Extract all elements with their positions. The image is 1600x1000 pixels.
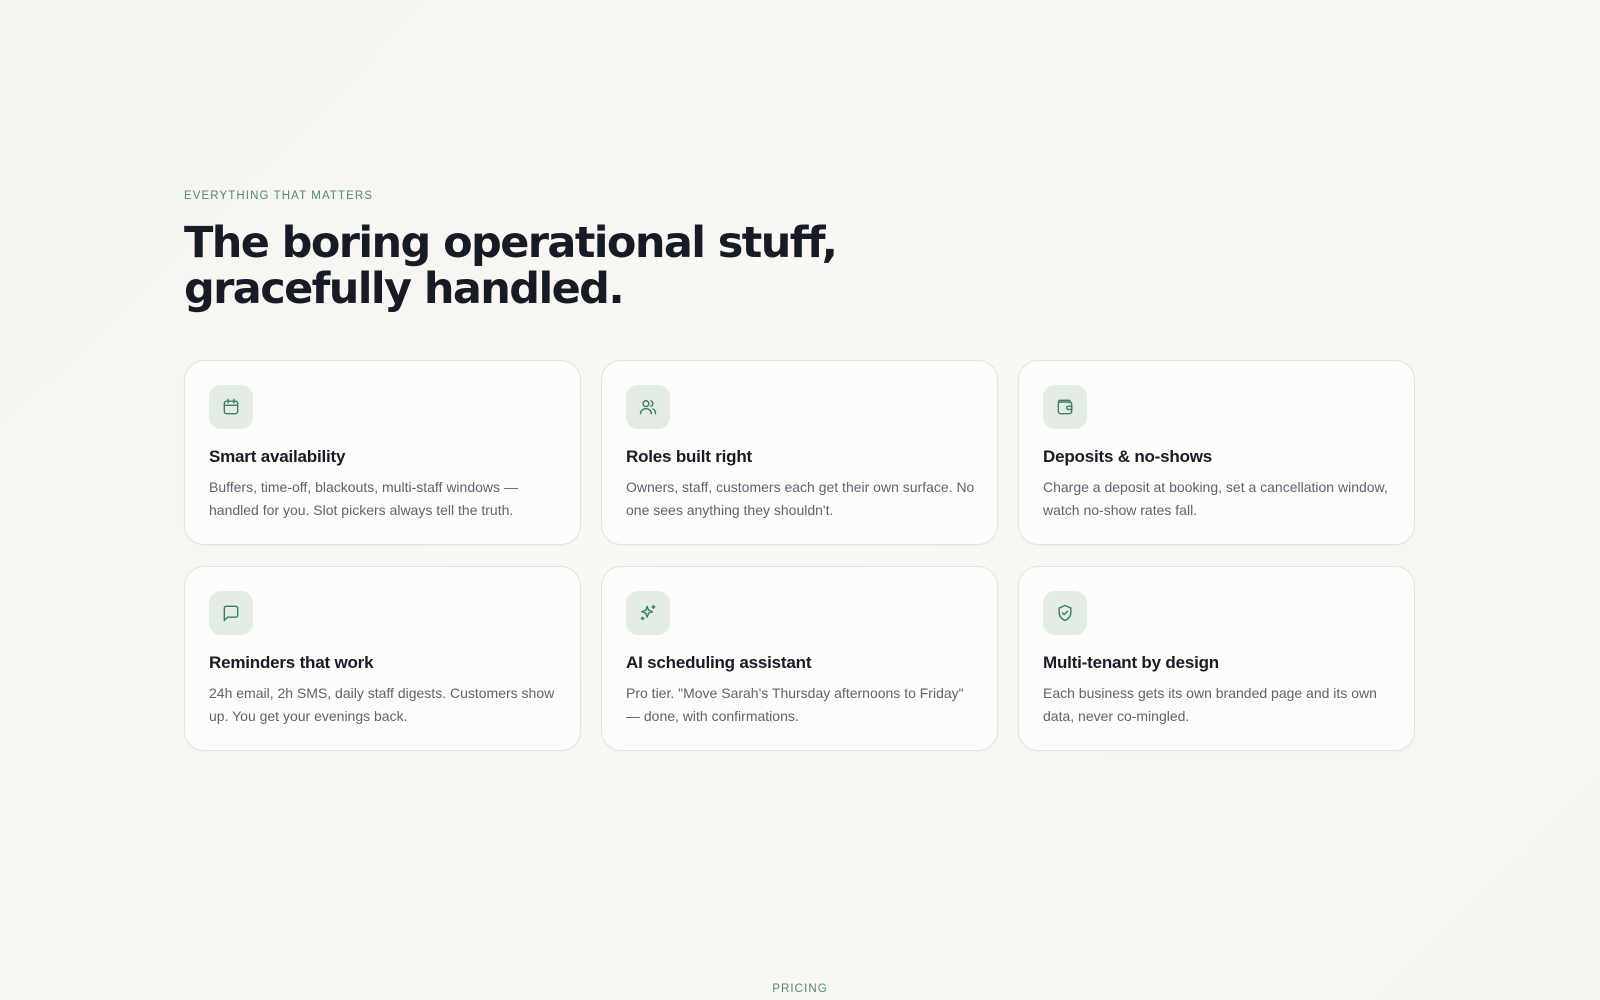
headline-line-1: The boring operational stuff, (184, 218, 838, 268)
feature-title: Multi-tenant by design (1043, 653, 1219, 672)
feature-title: AI scheduling assistant (626, 653, 812, 672)
feature-description: Buffers, time-off, blackouts, multi-staf… (209, 479, 518, 518)
page: EVERYTHING THAT MATTERS The boring opera… (0, 0, 1600, 1000)
headline-line-2: gracefully handled. (184, 264, 625, 314)
feature-card-ai-assistant: AI scheduling assistant Pro tier. "Move … (601, 566, 998, 751)
feature-description: Owners, staff, customers each get their … (626, 479, 975, 518)
icon-tile (1043, 385, 1087, 429)
pricing-eyebrow: PRICING (772, 983, 828, 995)
message-square-icon (223, 605, 239, 622)
icon-tile (209, 591, 253, 635)
feature-description: 24h email, 2h SMS, daily staff digests. … (209, 685, 555, 724)
feature-card-multi-tenant: Multi-tenant by design Each business get… (1018, 566, 1415, 751)
icon-tile (209, 385, 253, 429)
icon-tile (626, 385, 670, 429)
shield-check-icon (1058, 604, 1072, 622)
section-eyebrow: EVERYTHING THAT MATTERS (184, 190, 374, 202)
section-headline: The boring operational stuff, gracefully… (184, 220, 944, 312)
feature-card-smart-availability: Smart availability Buffers, time-off, bl… (184, 360, 581, 545)
feature-title: Smart availability (209, 447, 346, 466)
users-icon (639, 400, 657, 415)
icon-tile (626, 591, 670, 635)
calendar-icon (223, 398, 239, 415)
feature-title: Roles built right (626, 447, 752, 466)
wallet-icon (1057, 399, 1073, 415)
feature-title: Reminders that work (209, 653, 374, 672)
sparkles-icon (640, 604, 656, 621)
feature-title: Deposits & no-shows (1043, 447, 1213, 466)
feature-card-roles: Roles built right Owners, staff, custome… (601, 360, 998, 545)
features-grid: Smart availability Buffers, time-off, bl… (184, 360, 1416, 751)
feature-card-deposits: Deposits & no-shows Charge a deposit at … (1018, 360, 1415, 545)
features-section: EVERYTHING THAT MATTERS The boring opera… (184, 188, 1416, 751)
icon-tile (1043, 591, 1087, 635)
feature-card-reminders: Reminders that work 24h email, 2h SMS, d… (184, 566, 581, 751)
feature-description: Each business gets its own branded page … (1043, 685, 1377, 724)
feature-description: Pro tier. "Move Sarah's Thursday afterno… (626, 685, 964, 724)
feature-description: Charge a deposit at booking, set a cance… (1043, 479, 1388, 518)
